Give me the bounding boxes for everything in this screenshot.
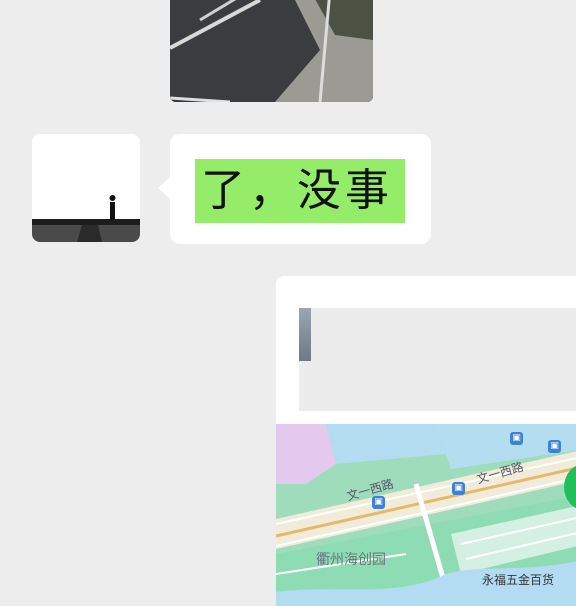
map-poi-label: 永福五金百货: [482, 573, 555, 587]
bus-stop-icon: ▣: [372, 496, 385, 509]
map-preview[interactable]: 文一西路 文一西路 衢州海创园 永福五金百货 ▣ ▣ ▣ ▣: [276, 424, 576, 606]
bus-stop-icon: ▣: [548, 440, 561, 453]
message-text: 了，没事: [195, 159, 405, 223]
map-poi-label: 衢州海创园: [316, 552, 386, 568]
text-message-bubble[interactable]: 了，没事: [158, 134, 431, 244]
location-info-panel: [299, 308, 576, 411]
bus-stop-icon: ▣: [510, 432, 523, 445]
location-thumbnail: [299, 308, 311, 361]
location-message-card[interactable]: 文一西路 文一西路 衢州海创园 永福五金百货 ▣ ▣ ▣ ▣: [276, 276, 576, 606]
avatar[interactable]: [32, 134, 140, 242]
bus-stop-icon: ▣: [452, 482, 465, 495]
image-message[interactable]: [170, 0, 373, 102]
